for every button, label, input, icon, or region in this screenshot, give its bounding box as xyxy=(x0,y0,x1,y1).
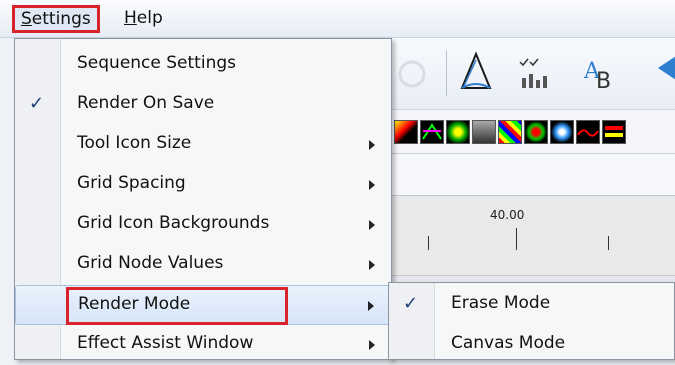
effect-icon[interactable] xyxy=(420,120,444,144)
timeline-ruler: 40.00 xyxy=(390,196,675,276)
ruler-tick xyxy=(428,236,429,250)
text-effect-icon[interactable] xyxy=(602,120,626,144)
partial-tool-icon[interactable] xyxy=(636,48,675,96)
effects-bar xyxy=(390,110,675,154)
menu-settings-rest: ettings xyxy=(31,9,91,29)
submenu-arrow-icon xyxy=(368,301,374,311)
menu-item-grid-node-values[interactable]: Grid Node Values xyxy=(15,245,391,285)
render-mode-submenu: ✓ Erase Mode Canvas Mode xyxy=(388,282,675,360)
menu-item-label: Render Mode xyxy=(78,294,191,314)
effect-icon[interactable] xyxy=(576,120,600,144)
submenu-arrow-icon xyxy=(369,260,375,270)
settings-dropdown: Sequence Settings ✓ Render On Save Tool … xyxy=(14,38,392,360)
ruler-tick xyxy=(608,236,609,250)
ruler-tick xyxy=(516,228,517,250)
menu-item-label: Grid Node Values xyxy=(77,253,224,273)
svg-text:B: B xyxy=(596,69,611,94)
menu-help-mnemonic: H xyxy=(124,8,137,28)
menu-item-canvas-mode[interactable]: Canvas Mode xyxy=(389,325,674,365)
effect-icon[interactable] xyxy=(524,120,548,144)
menu-item-effect-assist-window[interactable]: Effect Assist Window xyxy=(15,325,391,365)
submenu-arrow-icon xyxy=(369,180,375,190)
menu-bar: Settings Help xyxy=(0,0,675,38)
menu-item-label: Sequence Settings xyxy=(77,53,236,73)
menu-item-label: Canvas Mode xyxy=(451,333,566,353)
menu-item-grid-spacing[interactable]: Grid Spacing xyxy=(15,165,391,205)
check-bars-tool-icon[interactable] xyxy=(514,48,558,96)
menu-item-render-on-save[interactable]: ✓ Render On Save xyxy=(15,85,391,125)
menu-item-label: Tool Icon Size xyxy=(77,133,192,153)
faded-tool-icon[interactable] xyxy=(390,48,434,96)
effect-icon[interactable] xyxy=(446,120,470,144)
menu-settings[interactable]: Settings xyxy=(12,5,100,33)
submenu-arrow-icon xyxy=(369,220,375,230)
menu-help-rest: elp xyxy=(136,8,163,28)
checkmark-icon: ✓ xyxy=(403,293,419,314)
menu-item-grid-icon-backgrounds[interactable]: Grid Icon Backgrounds xyxy=(15,205,391,245)
effect-icon[interactable] xyxy=(394,120,418,144)
menu-item-erase-mode[interactable]: ✓ Erase Mode xyxy=(389,285,674,325)
menu-item-label: Render On Save xyxy=(77,93,215,113)
menu-settings-mnemonic: S xyxy=(21,9,32,29)
menu-help[interactable]: Help xyxy=(118,5,169,33)
menu-item-tool-icon-size[interactable]: Tool Icon Size xyxy=(15,125,391,165)
checkmark-icon: ✓ xyxy=(29,93,45,114)
effect-icon[interactable] xyxy=(498,120,522,144)
menu-item-label: Effect Assist Window xyxy=(77,333,254,353)
text-ab-tool-icon[interactable]: A B xyxy=(576,48,620,96)
menu-item-render-mode[interactable]: Render Mode xyxy=(15,285,391,325)
submenu-arrow-icon xyxy=(369,140,375,150)
menu-item-label: Erase Mode xyxy=(451,293,551,313)
menu-item-sequence-settings[interactable]: Sequence Settings xyxy=(15,45,391,85)
menu-item-label: Grid Spacing xyxy=(77,173,186,193)
toolbar-divider xyxy=(446,50,447,96)
grid-header xyxy=(390,154,675,196)
effect-icon[interactable] xyxy=(472,120,496,144)
toolbar: A B xyxy=(390,38,675,110)
menu-item-label: Grid Icon Backgrounds xyxy=(77,213,270,233)
cone-tool-icon[interactable] xyxy=(454,48,498,96)
submenu-arrow-icon xyxy=(369,340,375,350)
ruler-label: 40.00 xyxy=(490,208,525,222)
effect-icon[interactable] xyxy=(550,120,574,144)
